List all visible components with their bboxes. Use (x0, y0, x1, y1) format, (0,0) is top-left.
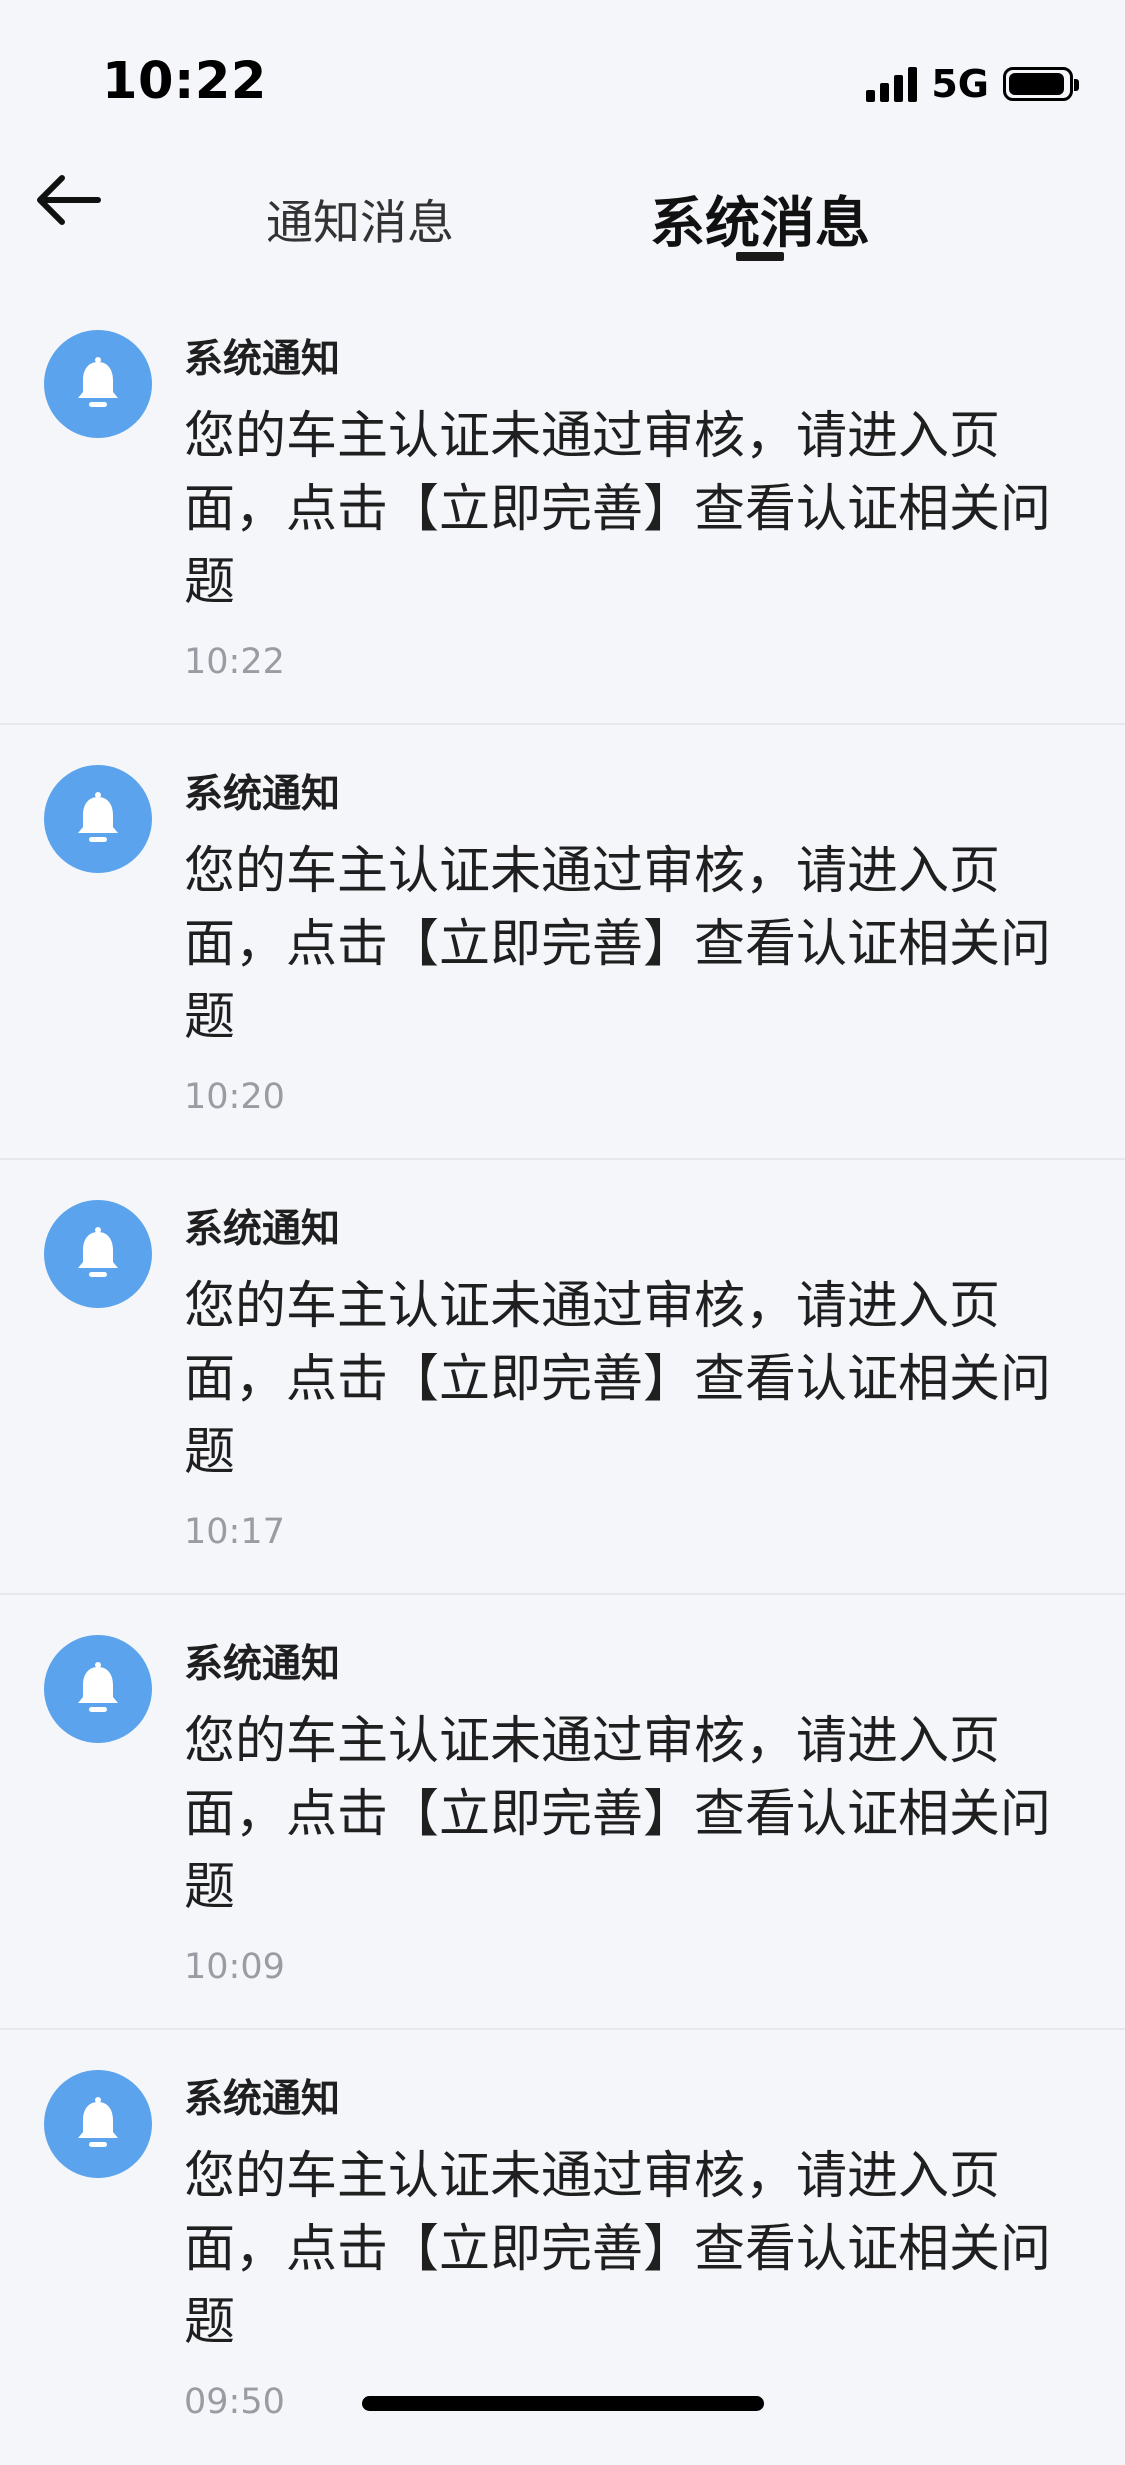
message-body: 您的车主认证未通过审核，请进入页面，点击【立即完善】查看认证相关问题 (184, 842, 1052, 1047)
status-bar: 10:22 5G (0, 0, 1125, 150)
bell-icon (78, 1227, 118, 1277)
network-type: 5G (931, 62, 989, 106)
message-item[interactable]: 系统通知 您的车主认证未通过审核，请进入页面，点击【立即完善】查看认证相关问题 … (0, 290, 1125, 725)
status-icons: 5G (866, 62, 1079, 106)
arrow-left-icon (37, 175, 101, 225)
message-list: 系统通知 您的车主认证未通过审核，请进入页面，点击【立即完善】查看认证相关问题 … (0, 290, 1125, 2465)
message-item[interactable]: 系统通知 您的车主认证未通过审核，请进入页面，点击【立即完善】查看认证相关问题 … (0, 1160, 1125, 1595)
message-avatar (44, 2070, 152, 2178)
message-title: 系统通知 (184, 1207, 341, 1252)
active-tab-indicator (736, 252, 784, 261)
bell-icon (78, 357, 118, 407)
message-time: 09:50 (184, 2382, 285, 2422)
message-time: 10:20 (184, 1077, 285, 1117)
message-title: 系统通知 (184, 772, 341, 817)
message-time: 10:09 (184, 1947, 285, 1987)
message-time: 10:22 (184, 642, 285, 682)
tab-system-messages[interactable]: 系统消息 (650, 178, 870, 258)
message-title: 系统通知 (184, 1642, 341, 1687)
message-title: 系统通知 (184, 337, 341, 382)
nav-bar: 通知消息 系统消息 (0, 150, 1125, 280)
back-button[interactable] (34, 170, 104, 230)
battery-icon (1003, 67, 1079, 101)
message-body: 您的车主认证未通过审核，请进入页面，点击【立即完善】查看认证相关问题 (184, 1277, 1052, 1482)
status-time: 10:22 (102, 52, 267, 111)
home-indicator[interactable] (362, 2396, 764, 2411)
message-body: 您的车主认证未通过审核，请进入页面，点击【立即完善】查看认证相关问题 (184, 2147, 1052, 2352)
bell-icon (78, 792, 118, 842)
message-avatar (44, 1635, 152, 1743)
tab-notifications[interactable]: 通知消息 (266, 184, 454, 253)
message-avatar (44, 765, 152, 873)
message-avatar (44, 1200, 152, 1308)
bell-icon (78, 1662, 118, 1712)
message-item[interactable]: 系统通知 您的车主认证未通过审核，请进入页面，点击【立即完善】查看认证相关问题 … (0, 725, 1125, 1160)
message-body: 您的车主认证未通过审核，请进入页面，点击【立即完善】查看认证相关问题 (184, 407, 1052, 612)
bell-icon (78, 2097, 118, 2147)
message-item[interactable]: 系统通知 您的车主认证未通过审核，请进入页面，点击【立即完善】查看认证相关问题 … (0, 1595, 1125, 2030)
message-body: 您的车主认证未通过审核，请进入页面，点击【立即完善】查看认证相关问题 (184, 1712, 1052, 1917)
message-avatar (44, 330, 152, 438)
message-time: 10:17 (184, 1512, 285, 1552)
message-title: 系统通知 (184, 2077, 341, 2122)
signal-icon (866, 66, 918, 102)
